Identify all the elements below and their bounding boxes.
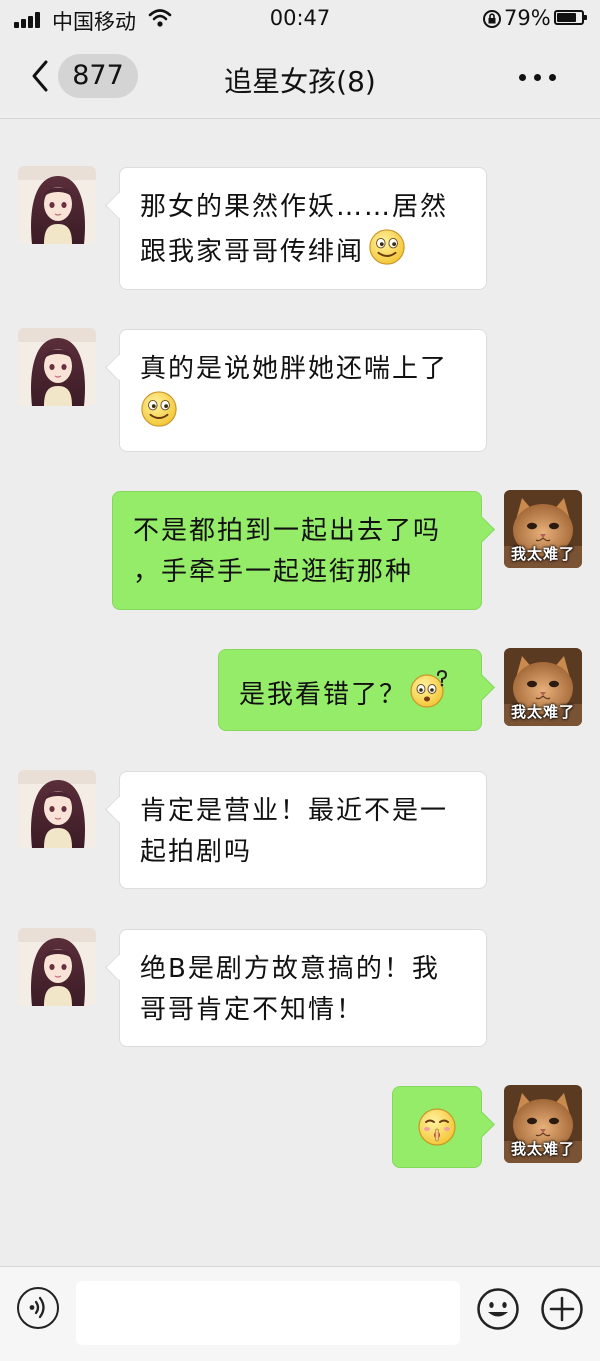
message-bubble[interactable]: 真的是说她胖她还喘上了 <box>119 329 487 452</box>
status-bar: 中国移动 00:47 79% <box>0 0 600 38</box>
chat-header: 877 追星女孩(8) <box>0 38 600 119</box>
message-text-line: 起拍剧吗 <box>140 837 253 867</box>
shush-emoji-icon <box>417 1107 457 1147</box>
emoji-picker-icon[interactable] <box>476 1287 520 1331</box>
message-bubble[interactable]: 绝B是剧方故意搞的！我 哥哥肯定不知情！ <box>119 929 487 1047</box>
message-input[interactable] <box>76 1281 460 1345</box>
message-text-line: 绝B是剧方故意搞的！我 <box>140 954 440 984</box>
message-bubble[interactable]: 肯定是营业！最近不是一 起拍剧吗 <box>119 771 487 889</box>
message-text-line: 哥哥肯定不知情！ <box>140 995 365 1025</box>
battery-percent: 79% <box>504 6 551 30</box>
voice-input-button[interactable] <box>17 1287 59 1329</box>
message-text-line: 肯定是营业！最近不是一 <box>140 796 449 826</box>
group-member-avatar[interactable] <box>18 928 96 1006</box>
smile-emoji-icon <box>140 390 178 428</box>
my-avatar[interactable]: 我太难了 <box>504 490 582 568</box>
message-text-line: 那女的果然作妖……居然 <box>140 192 449 222</box>
message-bubble[interactable]: 不是都拍到一起出去了吗 ，手牵手一起逛街那种 <box>112 491 482 610</box>
battery-icon <box>554 10 587 25</box>
group-member-avatar[interactable] <box>18 166 96 244</box>
message-text-line: 是我看错了？ <box>239 680 408 710</box>
my-avatar[interactable]: 我太难了 <box>504 1085 582 1163</box>
chat-title: 追星女孩(8) <box>224 65 376 98</box>
avatar-caption: 我太难了 <box>510 703 575 721</box>
message-text-line: 真的是说她胖她还喘上了 <box>140 354 449 384</box>
avatar-caption: 我太难了 <box>510 1140 575 1158</box>
message-text-line: ，手牵手一起逛街那种 <box>133 557 414 587</box>
more-options-icon[interactable] <box>512 62 564 92</box>
message-bubble[interactable]: 那女的果然作妖……居然 跟我家哥哥传绯闻 <box>119 167 487 290</box>
smile-emoji-icon <box>368 228 406 266</box>
message-bubble[interactable]: 是我看错了？ <box>218 649 482 731</box>
group-member-avatar[interactable] <box>18 770 96 848</box>
message-text-line: 不是都拍到一起出去了吗 <box>133 516 442 546</box>
more-functions-plus-icon[interactable] <box>540 1287 584 1331</box>
voice-icon <box>29 1296 45 1319</box>
group-member-avatar[interactable] <box>18 328 96 406</box>
input-bar <box>0 1266 600 1361</box>
message-text-line: 跟我家哥哥传绯闻 <box>140 237 365 267</box>
my-avatar[interactable]: 我太难了 <box>504 648 582 726</box>
rotation-lock-icon <box>483 10 501 28</box>
avatar-caption: 我太难了 <box>510 545 575 563</box>
message-bubble[interactable] <box>392 1086 482 1168</box>
question-emoji-icon <box>409 669 449 709</box>
